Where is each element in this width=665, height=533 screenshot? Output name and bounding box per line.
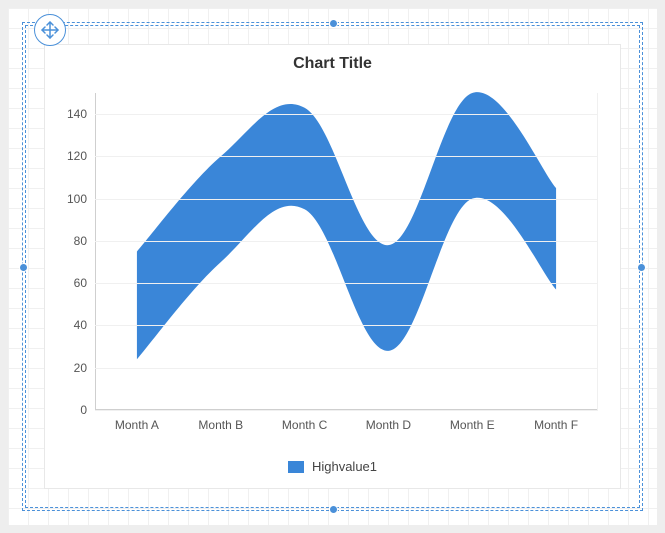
y-tick-label: 80 xyxy=(74,234,87,248)
y-gridline xyxy=(95,325,598,326)
y-gridline xyxy=(95,114,598,115)
move-arrows-icon xyxy=(40,20,60,40)
legend: Highvalue1 xyxy=(45,459,620,474)
y-tick-label: 20 xyxy=(74,361,87,375)
resize-handle-right[interactable] xyxy=(637,263,646,272)
range-area-series xyxy=(95,93,598,410)
legend-swatch xyxy=(288,461,304,473)
x-tick-label: Month C xyxy=(282,418,327,432)
y-gridline xyxy=(95,199,598,200)
legend-label: Highvalue1 xyxy=(312,459,377,474)
x-tick-label: Month E xyxy=(450,418,495,432)
y-tick-label: 40 xyxy=(74,318,87,332)
x-tick-label: Month D xyxy=(366,418,411,432)
plot-area: 020406080100120140Month AMonth BMonth CM… xyxy=(95,93,598,410)
x-tick-label: Month F xyxy=(534,418,578,432)
resize-handle-top[interactable] xyxy=(329,19,338,28)
y-tick-label: 140 xyxy=(67,107,87,121)
x-tick-label: Month B xyxy=(198,418,243,432)
move-handle[interactable] xyxy=(34,14,66,46)
y-tick-label: 100 xyxy=(67,192,87,206)
y-tick-label: 120 xyxy=(67,149,87,163)
y-gridline xyxy=(95,283,598,284)
designer-canvas: Chart Title 020406080100120140Month AMon… xyxy=(8,8,657,525)
chart-title: Chart Title xyxy=(45,55,620,73)
y-tick-label: 0 xyxy=(80,403,87,417)
resize-handle-left[interactable] xyxy=(19,263,28,272)
y-gridline xyxy=(95,368,598,369)
y-gridline xyxy=(95,241,598,242)
resize-handle-bottom[interactable] xyxy=(329,505,338,514)
y-gridline xyxy=(95,156,598,157)
chart-container[interactable]: Chart Title 020406080100120140Month AMon… xyxy=(44,44,621,489)
y-gridline xyxy=(95,410,598,411)
range-area-path xyxy=(137,92,556,359)
x-tick-label: Month A xyxy=(115,418,159,432)
y-tick-label: 60 xyxy=(74,276,87,290)
